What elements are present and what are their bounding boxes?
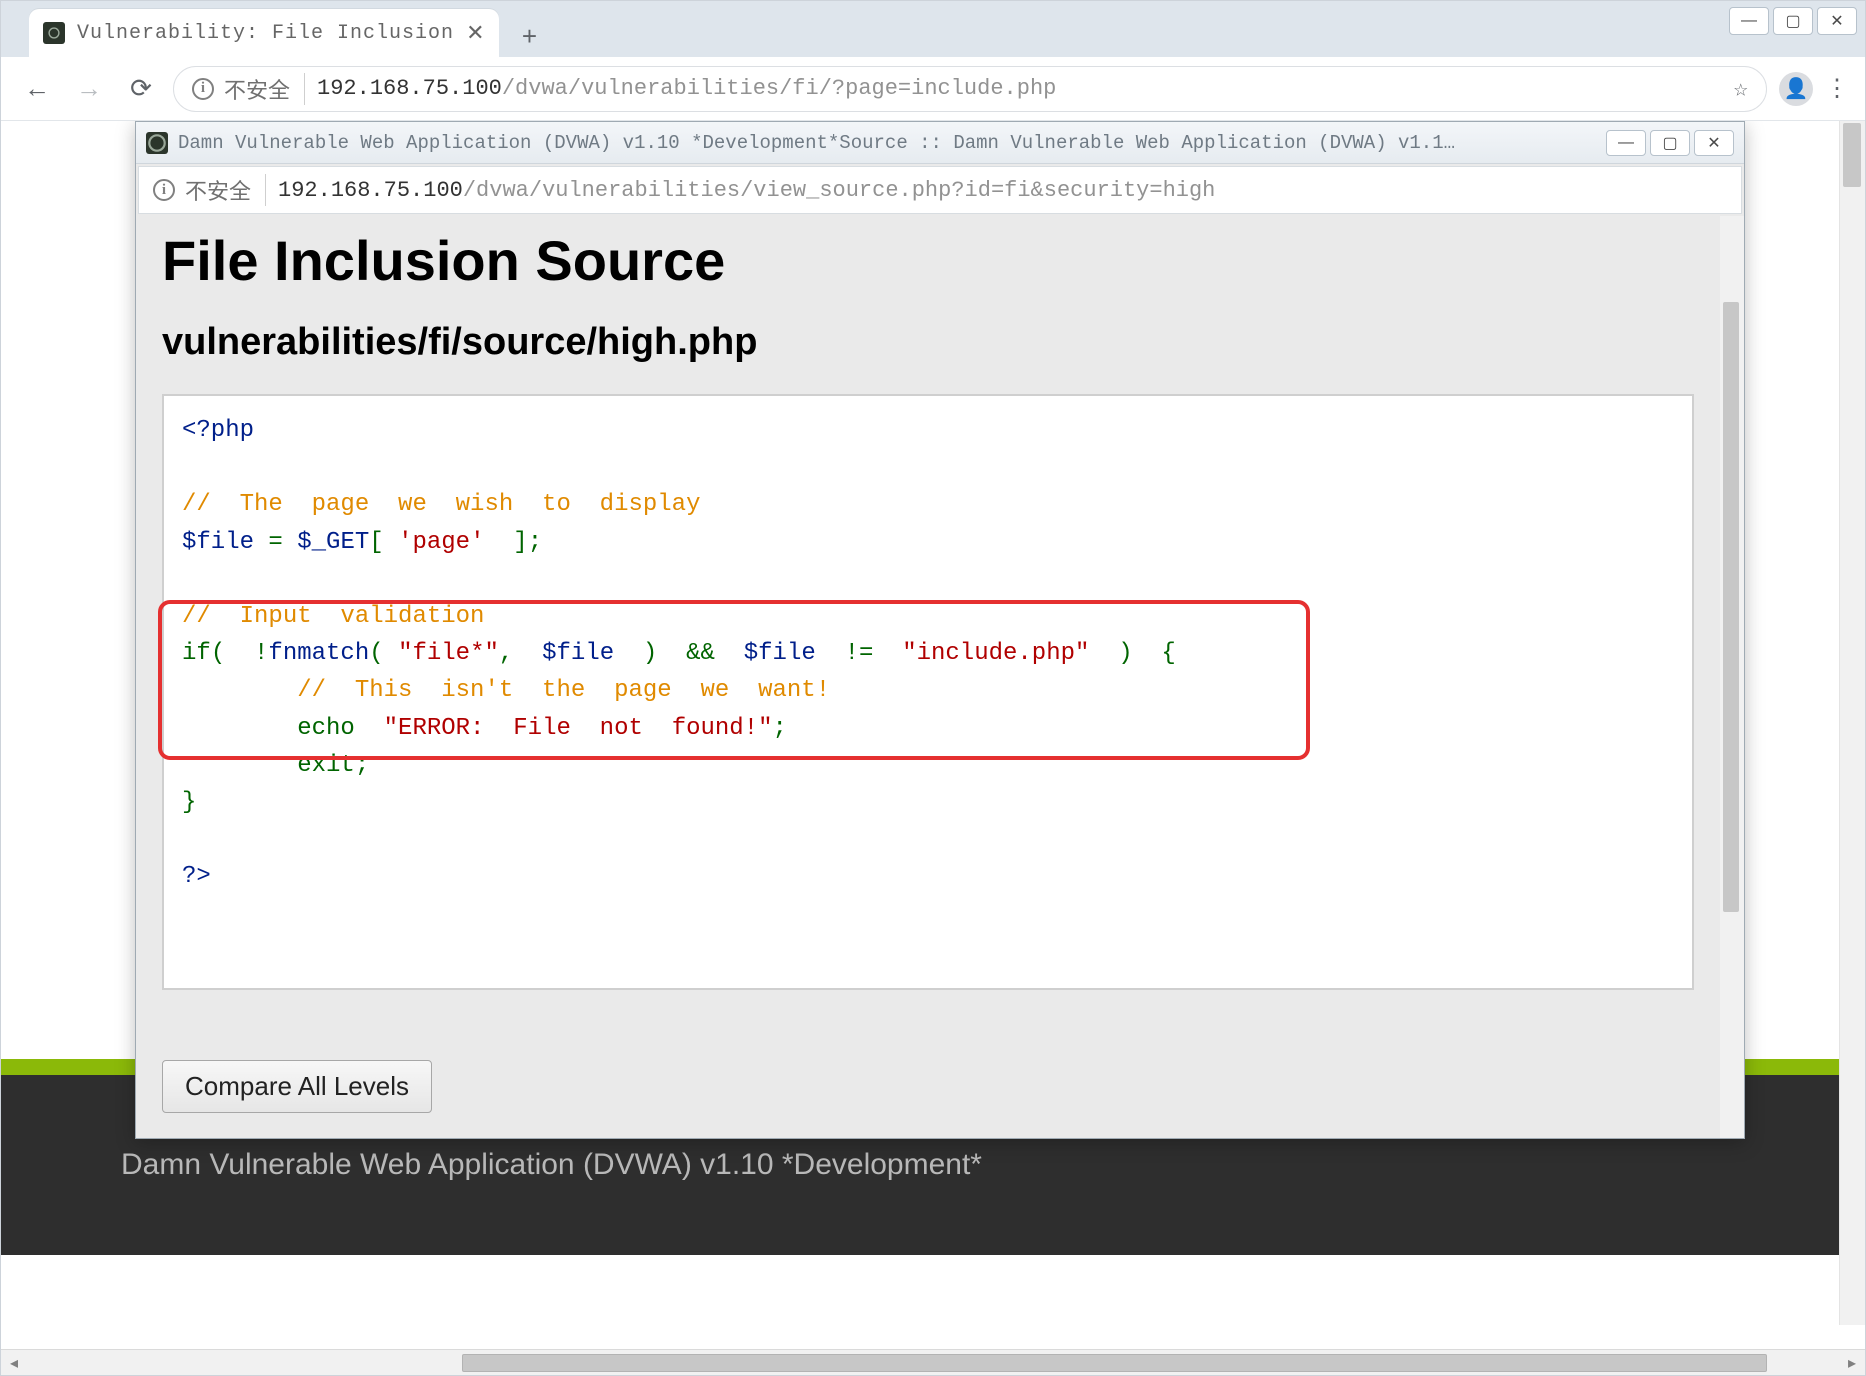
tab-strip: Vulnerability: File Inclusion ✕ + (1, 1, 1865, 57)
popup-favicon-icon (146, 132, 168, 154)
window-controls: — ▢ ✕ (1729, 7, 1857, 35)
popup-title: Damn Vulnerable Web Application (DVWA) v… (178, 132, 1596, 154)
popup-url-text: 192.168.75.100/dvwa/vulnerabilities/view… (278, 178, 1215, 203)
tab-title: Vulnerability: File Inclusion (77, 22, 454, 45)
popup-security-indicator[interactable]: i 不安全 (153, 174, 266, 206)
popup-address-bar[interactable]: i 不安全 192.168.75.100/dvwa/vulnerabilitie… (138, 166, 1742, 214)
popup-titlebar[interactable]: Damn Vulnerable Web Application (DVWA) v… (136, 122, 1744, 164)
browser-tab[interactable]: Vulnerability: File Inclusion ✕ (29, 9, 499, 57)
popup-close-button[interactable]: ✕ (1694, 130, 1734, 156)
tab-favicon-icon (43, 22, 65, 44)
new-tab-button[interactable]: + (509, 15, 551, 57)
popup-content: File Inclusion Source vulnerabilities/fi… (136, 216, 1744, 1138)
main-vertical-scrollbar[interactable] (1839, 121, 1865, 1325)
content-viewport: Damn Vulnerable Web Application (DVWA) v… (1, 121, 1865, 1351)
scrollbar-thumb[interactable] (1723, 302, 1739, 912)
popup-maximize-button[interactable]: ▢ (1650, 130, 1690, 156)
reload-button[interactable]: ⟳ (121, 69, 161, 109)
compare-all-levels-button[interactable]: Compare All Levels (162, 1060, 432, 1113)
main-horizontal-scrollbar[interactable]: ◂ ▸ (1, 1349, 1865, 1375)
tab-close-icon[interactable]: ✕ (466, 20, 484, 46)
window-maximize-button[interactable]: ▢ (1773, 7, 1813, 35)
scrollbar-track[interactable] (27, 1350, 1839, 1375)
info-icon: i (153, 179, 175, 201)
source-popup-window: Damn Vulnerable Web Application (DVWA) v… (135, 121, 1745, 1139)
footer-text: Damn Vulnerable Web Application (DVWA) v… (121, 1148, 982, 1182)
source-subheading: vulnerabilities/fi/source/high.php (162, 321, 1694, 364)
browser-window: — ▢ ✕ Vulnerability: File Inclusion ✕ + … (0, 0, 1866, 1376)
source-code-block: <?php // The page we wish to display $fi… (162, 394, 1694, 990)
source-heading: File Inclusion Source (162, 228, 1694, 293)
popup-vertical-scrollbar[interactable] (1720, 216, 1744, 1138)
popup-window-controls: — ▢ ✕ (1606, 130, 1734, 156)
profile-avatar-icon[interactable]: 👤 (1779, 72, 1813, 106)
popup-security-label: 不安全 (185, 174, 251, 206)
scroll-right-icon[interactable]: ▸ (1839, 1350, 1865, 1376)
popup-minimize-button[interactable]: — (1606, 130, 1646, 156)
security-indicator[interactable]: i 不安全 (192, 73, 305, 105)
info-icon: i (192, 78, 214, 100)
scroll-left-icon[interactable]: ◂ (1, 1350, 27, 1376)
scrollbar-thumb[interactable] (1843, 123, 1861, 187)
bookmark-star-icon[interactable]: ☆ (1734, 74, 1748, 104)
toolbar: ← → ⟳ i 不安全 192.168.75.100/dvwa/vulnerab… (1, 57, 1865, 121)
scrollbar-thumb[interactable] (462, 1354, 1767, 1372)
browser-menu-button[interactable]: ⋮ (1825, 74, 1849, 103)
forward-button[interactable]: → (69, 69, 109, 109)
security-label: 不安全 (224, 73, 290, 105)
back-button[interactable]: ← (17, 69, 57, 109)
address-bar[interactable]: i 不安全 192.168.75.100/dvwa/vulnerabilitie… (173, 66, 1767, 112)
url-text: 192.168.75.100/dvwa/vulnerabilities/fi/?… (317, 76, 1056, 101)
window-minimize-button[interactable]: — (1729, 7, 1769, 35)
popup-body: File Inclusion Source vulnerabilities/fi… (136, 216, 1720, 1138)
window-close-button[interactable]: ✕ (1817, 7, 1857, 35)
